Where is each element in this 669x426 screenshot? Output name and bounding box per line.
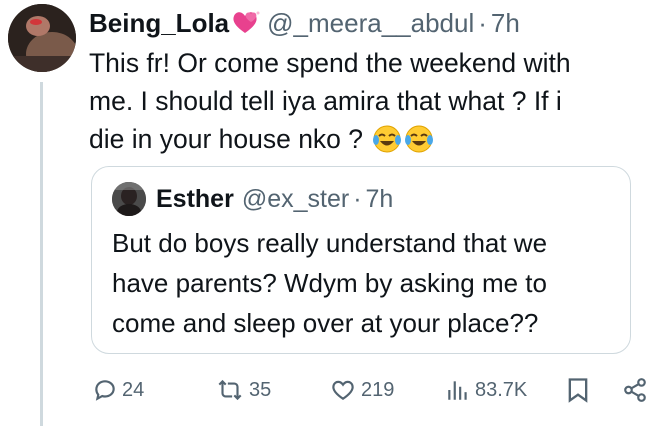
repost-button[interactable]: 35 [215, 372, 271, 408]
tweet-text-line: This fr! Or come spend the weekend with [89, 48, 571, 78]
separator-dot: · [478, 7, 487, 38]
tweet-action-bar: 24 35 219 83.7K [92, 372, 662, 408]
tweet-timestamp[interactable]: 7h [491, 8, 520, 39]
bookmark-button[interactable] [566, 372, 594, 408]
views-button[interactable]: 83.7K [445, 372, 527, 408]
quoted-tweet-text-line: have parents? Wdym by asking me to [112, 268, 547, 298]
thread-line [40, 82, 43, 426]
author-handle[interactable]: @_meera__abdul [267, 8, 474, 39]
tweet-text: This fr! Or come spend the weekend with … [89, 44, 664, 158]
tears-of-joy-emoji [372, 124, 402, 154]
quoted-tweet-card[interactable]: Esther @ex_ster · 7h But do boys really … [91, 166, 631, 354]
quoted-author-handle: @ex_ster [241, 184, 350, 213]
repost-count: 35 [249, 378, 272, 401]
quoted-tweet-text-line: But do boys really understand that we [112, 228, 548, 258]
views-icon [448, 381, 467, 400]
reply-icon [95, 380, 115, 401]
views-count: 83.7K [475, 378, 528, 401]
quoted-author-display-name: Esther [156, 184, 234, 213]
quoted-tweet-text: But do boys really understand that we ha… [112, 223, 622, 343]
quoted-tweet-text-line: come and sleep over at your place?? [112, 308, 539, 338]
separator-dot: · [353, 184, 362, 213]
author-avatar[interactable] [8, 4, 76, 72]
quoted-tweet-timestamp: 7h [365, 184, 394, 213]
author-display-name[interactable]: Being_Lola [89, 8, 229, 39]
reply-count: 24 [122, 378, 145, 401]
repost-icon [218, 379, 242, 401]
tears-of-joy-emoji [404, 124, 434, 154]
tweet-header: Being_Lola @_meera__abdul · 7h [89, 6, 520, 40]
share-icon [624, 378, 646, 402]
tweet-text-line: me. I should tell iya amira that what ? … [89, 86, 562, 116]
like-icon [332, 380, 354, 400]
quoted-author-avatar [112, 182, 146, 216]
bookmark-icon [568, 378, 588, 403]
quoted-tweet-header: Esther @ex_ster · 7h [112, 181, 393, 217]
like-button[interactable]: 219 [329, 372, 394, 408]
reply-button[interactable]: 24 [92, 372, 144, 408]
tweet-text-line-content: die in your house nko ? [89, 124, 364, 154]
like-count: 219 [361, 378, 395, 401]
share-button[interactable] [622, 372, 652, 408]
heart-icon [231, 10, 261, 36]
tweet-text-line: die in your house nko ? [89, 120, 664, 158]
